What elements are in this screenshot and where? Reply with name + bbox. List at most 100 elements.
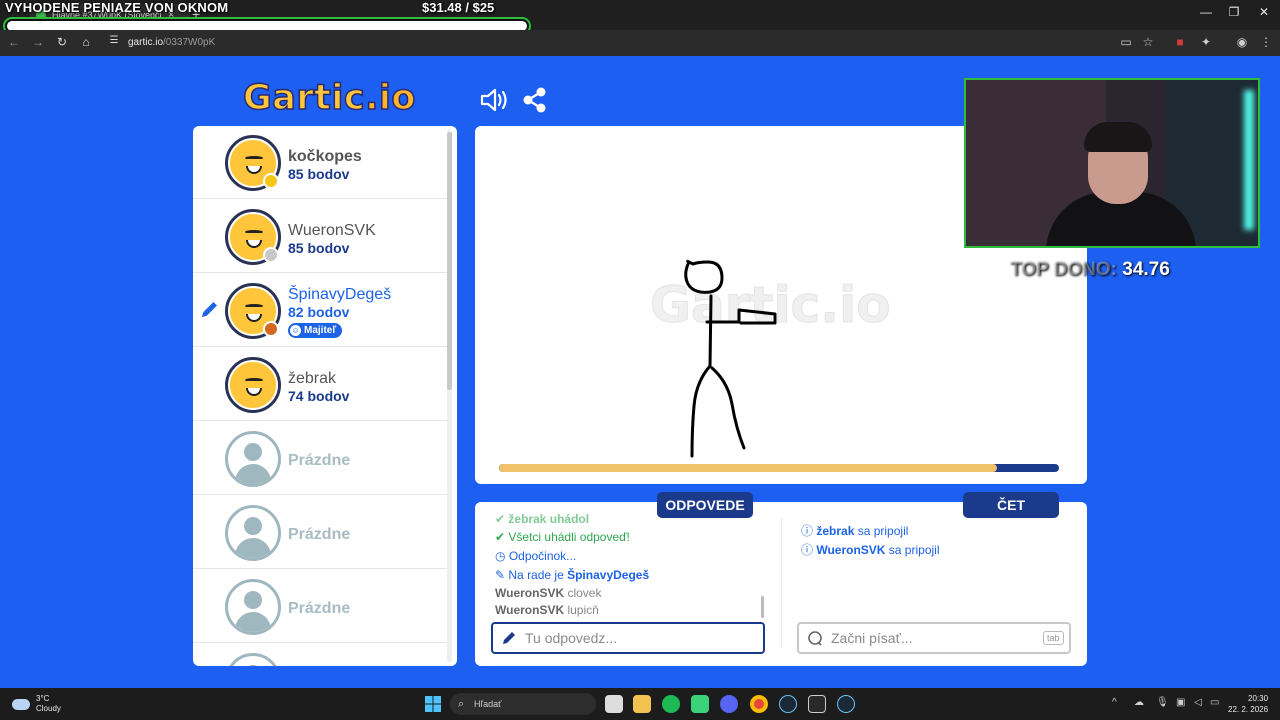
answers-scrollbar[interactable]	[761, 596, 764, 618]
message-text: clovek	[564, 586, 602, 600]
info-icon: ⓘ	[801, 524, 817, 538]
site-info-icon[interactable]: ☰	[106, 35, 122, 46]
chat-panel: ✔ žebrak uhádol ✔ Všetci uhádli odpoveď!…	[475, 502, 1087, 666]
minimize-icon[interactable]: —	[1196, 5, 1216, 19]
reload-icon[interactable]: ↻	[54, 35, 70, 49]
chat-message: ⓘ WueronSVK sa pripojil	[801, 541, 940, 558]
round-timer-fill	[499, 464, 998, 472]
volume-icon[interactable]: ◁	[1194, 697, 1202, 708]
extension-badge-icon[interactable]: ■	[1172, 35, 1188, 49]
gartic-logo: Gartic.io	[242, 77, 416, 119]
search-icon: ⌕	[458, 698, 465, 710]
tab-key-hint: tab	[1043, 631, 1064, 645]
player-row[interactable]: kočkopes 85 bodov	[193, 126, 449, 199]
chat-message: ⓘ žebrak sa pripojil	[801, 522, 908, 539]
tab-answers[interactable]: ODPOVEDE	[657, 492, 753, 518]
message-username: WueronSVK	[495, 586, 565, 600]
steam-2-icon[interactable]	[837, 695, 855, 713]
tray-cloud-icon[interactable]: ☁	[1134, 697, 1144, 708]
task-view-icon[interactable]	[605, 695, 623, 713]
empty-slot-label: Prázdne	[288, 526, 351, 543]
message-username: WueronSVK	[816, 543, 886, 557]
url-path: /0337W0pK	[163, 37, 216, 48]
player-list-scroll-thumb[interactable]	[447, 132, 452, 390]
player-points: 85 bodov	[288, 166, 350, 182]
message-text: žebrak uhádol	[508, 512, 590, 526]
player-list: kočkopes 85 bodov WueronSVK 85 bodov Špi…	[193, 126, 457, 666]
weather-temp: 3°C	[36, 694, 50, 703]
player-name: ŠpinavyDegeš	[288, 286, 392, 303]
status-dot	[263, 247, 279, 263]
tray-expand-icon[interactable]: ^	[1112, 697, 1117, 708]
profile-icon[interactable]: ◉	[1234, 35, 1250, 49]
donation-goal-amount: $31.48 / $25	[422, 0, 495, 15]
answer-message: ✔ žebrak uhádol	[495, 512, 589, 526]
empty-slot	[193, 644, 449, 666]
chrome-icon[interactable]	[750, 695, 768, 713]
weather-desc: Cloudy	[36, 704, 61, 713]
answer-message: WueronSVK clovek	[495, 586, 601, 600]
message-username: žebrak	[816, 524, 855, 538]
status-dot	[263, 321, 279, 337]
empty-slot-label: Prázdne	[288, 452, 351, 469]
spotify-icon[interactable]	[662, 695, 680, 713]
player-name: žebrak	[288, 370, 337, 387]
maximize-icon[interactable]: ❐	[1224, 5, 1244, 19]
player-points: 82 bodov	[288, 304, 350, 320]
pencil-icon	[202, 302, 217, 317]
url-field[interactable]: gartic.io/0337W0pK	[128, 37, 215, 48]
bookmark-star-icon[interactable]: ☆	[1140, 35, 1156, 49]
address-bar: ← → ↻ ⌂ ☰ gartic.io/0337W0pK ▭ ☆ ■ ✦ ◉ ⋮	[0, 30, 1280, 56]
player-row[interactable]: ŠpinavyDegeš 82 bodov ☺ Majiteľ	[193, 274, 449, 347]
share-icon[interactable]	[520, 86, 550, 114]
network-icon[interactable]: ▣	[1176, 697, 1185, 708]
check-icon: ✔	[495, 530, 509, 544]
clock-icon: ◷	[495, 549, 509, 563]
answer-input[interactable]	[491, 622, 765, 654]
message-prefix: Na rade je	[508, 568, 568, 582]
answer-message: ✎ Na rade je ŠpinavyDegeš	[495, 568, 649, 582]
message-username: ŠpinavyDegeš	[567, 568, 650, 582]
home-icon[interactable]: ⌂	[78, 35, 94, 49]
back-icon[interactable]: ←	[6, 35, 22, 49]
player-row[interactable]: WueronSVK 85 bodov	[193, 200, 449, 273]
close-window-icon[interactable]: ✕	[1254, 5, 1274, 19]
green-app-icon[interactable]	[691, 695, 709, 713]
tab-chat[interactable]: ČET	[963, 492, 1059, 518]
logo-suffix: .io	[364, 77, 416, 119]
owner-badge-label: Majiteľ	[304, 325, 337, 336]
player-points: 74 bodov	[288, 388, 350, 404]
battery-icon[interactable]: ▭	[1210, 697, 1219, 708]
taskbar-clock[interactable]: 20:30 22. 2. 2026	[1228, 693, 1268, 715]
weather-widget[interactable]: 3°C Cloudy	[12, 694, 61, 714]
status-dot	[263, 173, 279, 189]
microphone-icon[interactable]: 🎙	[1156, 697, 1169, 708]
chat-input[interactable]	[797, 622, 1071, 654]
top-donor-label: TOP DONO:	[1010, 259, 1123, 280]
owner-badge: ☺ Majiteľ	[288, 323, 343, 338]
extensions-icon[interactable]: ✦	[1198, 35, 1214, 49]
message-username: WueronSVK	[495, 603, 565, 617]
discord-icon[interactable]	[720, 695, 738, 713]
forward-icon[interactable]: →	[30, 35, 46, 49]
empty-avatar-icon	[225, 505, 281, 561]
menu-icon[interactable]: ⋮	[1258, 35, 1274, 49]
answer-message: ✔ Všetci uhádli odpoveď!	[495, 530, 630, 544]
player-row[interactable]: žebrak 74 bodov	[193, 348, 449, 421]
empty-avatar-icon	[225, 579, 281, 635]
clock-time: 20:30	[1248, 694, 1269, 703]
taskbar-search[interactable]: ⌕ Hľadať	[450, 693, 596, 715]
file-explorer-icon[interactable]	[633, 695, 651, 713]
empty-slot: Prázdne	[193, 570, 449, 643]
steam-icon[interactable]	[779, 695, 797, 713]
message-text: sa pripojil	[885, 543, 940, 557]
top-donor-overlay: TOP DONO: 34.76	[1010, 259, 1170, 281]
cast-icon[interactable]: ▭	[1118, 35, 1134, 49]
epic-games-icon[interactable]	[808, 695, 826, 713]
player-name: WueronSVK	[288, 222, 376, 239]
windows-start-icon[interactable]	[424, 695, 442, 713]
answer-message: ◷ Odpočinok...	[495, 549, 576, 563]
sound-icon[interactable]	[478, 86, 508, 114]
message-text: Odpočinok...	[508, 549, 577, 563]
player-points: 85 bodov	[288, 240, 350, 256]
